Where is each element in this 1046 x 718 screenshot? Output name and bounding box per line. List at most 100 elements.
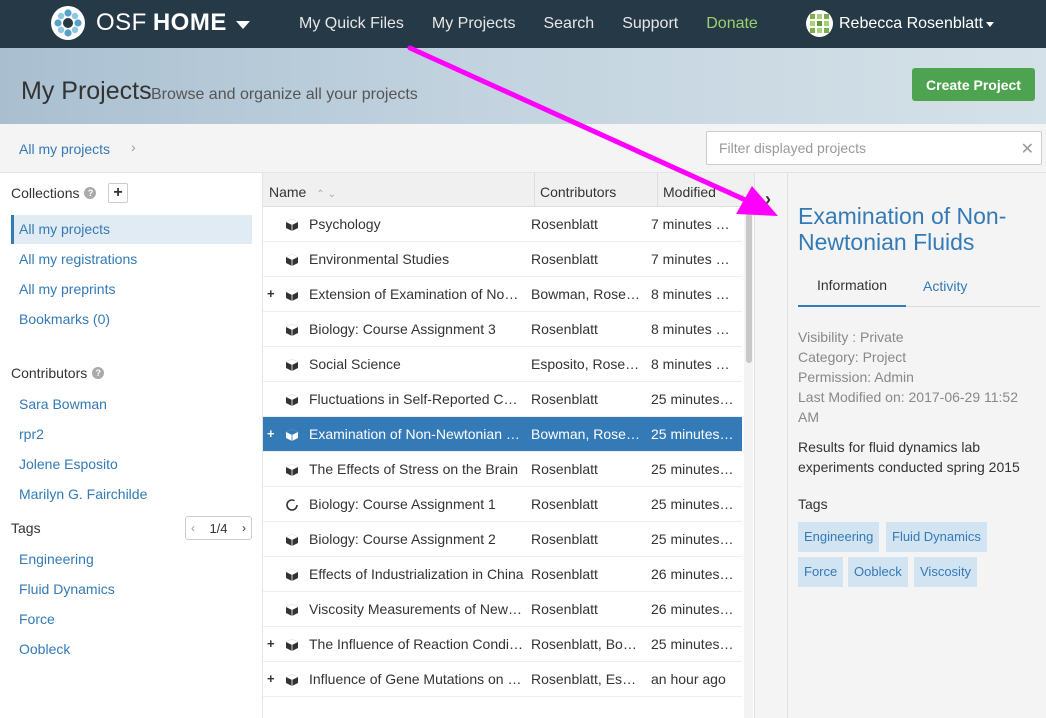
nav-my-projects[interactable]: My Projects: [418, 15, 530, 33]
sidebar: Collections ? + All my projects All my r…: [0, 173, 262, 718]
row-project-name[interactable]: Biology: Course Assignment 3: [309, 312, 525, 347]
table-row[interactable]: The Effects of Stress on the Brain Rosenb…: [263, 452, 742, 487]
sidebar-item-all-my-projects[interactable]: All my projects: [11, 215, 252, 244]
row-project-name[interactable]: Biology: Course Assignment 1: [309, 487, 525, 522]
tag-oobleck[interactable]: Oobleck: [848, 557, 908, 587]
osf-home-menu[interactable]: OSF HOME: [50, 5, 250, 41]
help-icon[interactable]: ?: [92, 367, 105, 379]
tab-information[interactable]: Information: [798, 270, 906, 307]
tags-page-indicator: 1/4: [209, 520, 228, 536]
user-name: Rebecca Rosenblatt: [839, 14, 984, 32]
tag-filter-fluid-dynamics[interactable]: Fluid Dynamics: [11, 575, 252, 604]
expand-icon[interactable]: +: [267, 671, 275, 686]
nav-support[interactable]: Support: [608, 15, 692, 33]
row-modified: an hour ago: [651, 671, 726, 687]
table-row[interactable]: + Influence of Gene Mutations on Developm…: [263, 662, 742, 697]
tag-filter-engineering[interactable]: Engineering: [11, 545, 252, 574]
table-row[interactable]: Biology: Course Assignment 3 Rosenblatt 8 …: [263, 312, 742, 347]
row-project-name[interactable]: Effects of Industrialization in China: [309, 557, 525, 592]
create-project-button[interactable]: Create Project: [912, 68, 1035, 101]
scrollbar-thumb[interactable]: [746, 213, 752, 363]
row-modified: 7 minutes ago: [651, 216, 737, 232]
chevron-left-icon[interactable]: ‹: [191, 521, 195, 535]
table-row[interactable]: Environmental Studies Rosenblatt 7 minutes…: [263, 242, 742, 277]
row-contributors: Rosenblatt: [531, 321, 598, 337]
user-menu[interactable]: Rebecca Rosenblatt: [806, 10, 995, 37]
collections-title: Collections: [11, 185, 80, 201]
add-collection-button[interactable]: +: [108, 183, 128, 203]
user-avatar-icon: [808, 12, 831, 35]
row-project-name[interactable]: Social Science: [309, 347, 525, 382]
table-row[interactable]: Biology: Course Assignment 1 Rosenblatt 25…: [263, 487, 742, 522]
nav-donate[interactable]: Donate: [692, 15, 772, 33]
row-contributors: Rosenblatt, Bowman: [531, 636, 643, 652]
cube-icon: [285, 288, 299, 302]
row-contributors: Bowman, Rosenblatt: [531, 426, 643, 442]
nav-search[interactable]: Search: [529, 15, 608, 33]
sort-icon[interactable]: ⌃⌄: [316, 189, 339, 200]
row-project-name[interactable]: Fluctuations in Self-Reported Confidence: [309, 382, 525, 417]
column-contributors-label: Contributors: [540, 184, 617, 200]
tag-filter-force[interactable]: Force: [11, 605, 252, 634]
tags-heading: Tags: [11, 520, 41, 536]
table-row[interactable]: Effects of Industrialization in China Ros…: [263, 557, 742, 592]
row-project-name[interactable]: Examination of Non-Newtonian Fluids: [309, 417, 525, 452]
row-project-name[interactable]: Influence of Gene Mutations on Developme…: [309, 662, 525, 697]
help-icon[interactable]: ?: [84, 187, 97, 199]
sidebar-item-bookmarks[interactable]: Bookmarks (0): [11, 305, 252, 334]
table-row[interactable]: Social Science Esposito, Rosenblatt 8 minu…: [263, 347, 742, 382]
breadcrumb[interactable]: All my projects: [19, 141, 110, 157]
project-table: Name ⌃⌄ Contributors Modified ⌃⌄ Psychol…: [262, 173, 755, 718]
column-name[interactable]: Name ⌃⌄: [263, 173, 535, 207]
table-row[interactable]: + The Influence of Reaction Conditions Ros…: [263, 627, 742, 662]
table-row[interactable]: + Extension of Examination of Non-Newtoni…: [263, 277, 742, 312]
cube-icon: [285, 533, 299, 547]
tag-force[interactable]: Force: [798, 557, 844, 587]
sidebar-item-all-my-registrations[interactable]: All my registrations: [11, 245, 252, 274]
table-row[interactable]: Viscosity Measurements of Newtonian Flui…: [263, 592, 742, 627]
expand-icon[interactable]: +: [267, 426, 275, 441]
sort-icon[interactable]: ⌃⌄: [726, 189, 749, 200]
row-contributors: Rosenblatt: [531, 461, 598, 477]
row-project-name[interactable]: Extension of Examination of Non-Newtonia…: [309, 277, 525, 312]
row-contributors: Rosenblatt, Esposito: [531, 671, 643, 687]
contributor-sara-bowman[interactable]: Sara Bowman: [11, 390, 252, 419]
row-contributors: Bowman, Rosenblatt: [531, 286, 643, 302]
project-title-link[interactable]: Examination of Non-Newtonian Fluids: [798, 203, 1038, 255]
table-row[interactable]: + Examination of Non-Newtonian Fluids Bowm…: [263, 417, 742, 452]
table-row[interactable]: Psychology Rosenblatt 7 minutes ago: [263, 207, 742, 242]
column-modified[interactable]: Modified ⌃⌄: [658, 173, 755, 207]
tag-viscosity[interactable]: Viscosity: [914, 557, 978, 587]
row-project-name[interactable]: Psychology: [309, 207, 525, 242]
cube-icon: [285, 253, 299, 267]
tag-filter-oobleck[interactable]: Oobleck: [11, 635, 252, 664]
column-modified-label: Modified: [663, 184, 716, 200]
row-project-name[interactable]: The Effects of Stress on the Brain: [309, 452, 525, 487]
row-modified: 26 minutes ago: [651, 566, 737, 582]
tag-fluid-dynamics[interactable]: Fluid Dynamics: [886, 522, 987, 552]
contributor-marilyn-fairchilde[interactable]: Marilyn G. Fairchilde: [11, 480, 252, 509]
filter-input[interactable]: [707, 132, 1007, 164]
contributor-jolene-esposito[interactable]: Jolene Esposito: [11, 450, 252, 479]
chevron-right-icon[interactable]: ›: [242, 521, 246, 535]
close-icon[interactable]: ✕: [1021, 139, 1034, 159]
cube-icon: [285, 358, 299, 372]
row-project-name[interactable]: Environmental Studies: [309, 242, 525, 277]
row-project-name[interactable]: Biology: Course Assignment 2: [309, 522, 525, 557]
table-row[interactable]: Fluctuations in Self-Reported Confidence…: [263, 382, 742, 417]
expand-icon[interactable]: +: [267, 286, 275, 301]
sidebar-item-all-my-preprints[interactable]: All my preprints: [11, 275, 252, 304]
row-modified: 25 minutes ago: [651, 461, 737, 477]
contributor-rpr2[interactable]: rpr2: [11, 420, 252, 449]
nav-my-quick-files[interactable]: My Quick Files: [285, 15, 418, 33]
tag-engineering[interactable]: Engineering: [798, 522, 880, 552]
row-modified: 25 minutes ago: [651, 636, 737, 652]
row-project-name[interactable]: Viscosity Measurements of Newtonian Flui…: [309, 592, 525, 627]
loading-icon: [285, 498, 299, 512]
row-project-name[interactable]: The Influence of Reaction Conditions: [309, 627, 525, 662]
column-contributors[interactable]: Contributors: [535, 173, 658, 207]
chevron-right-icon[interactable]: ›: [765, 189, 771, 210]
expand-icon[interactable]: +: [267, 636, 275, 651]
tab-activity[interactable]: Activity: [923, 270, 967, 307]
table-row[interactable]: Biology: Course Assignment 2 Rosenblatt 25…: [263, 522, 742, 557]
